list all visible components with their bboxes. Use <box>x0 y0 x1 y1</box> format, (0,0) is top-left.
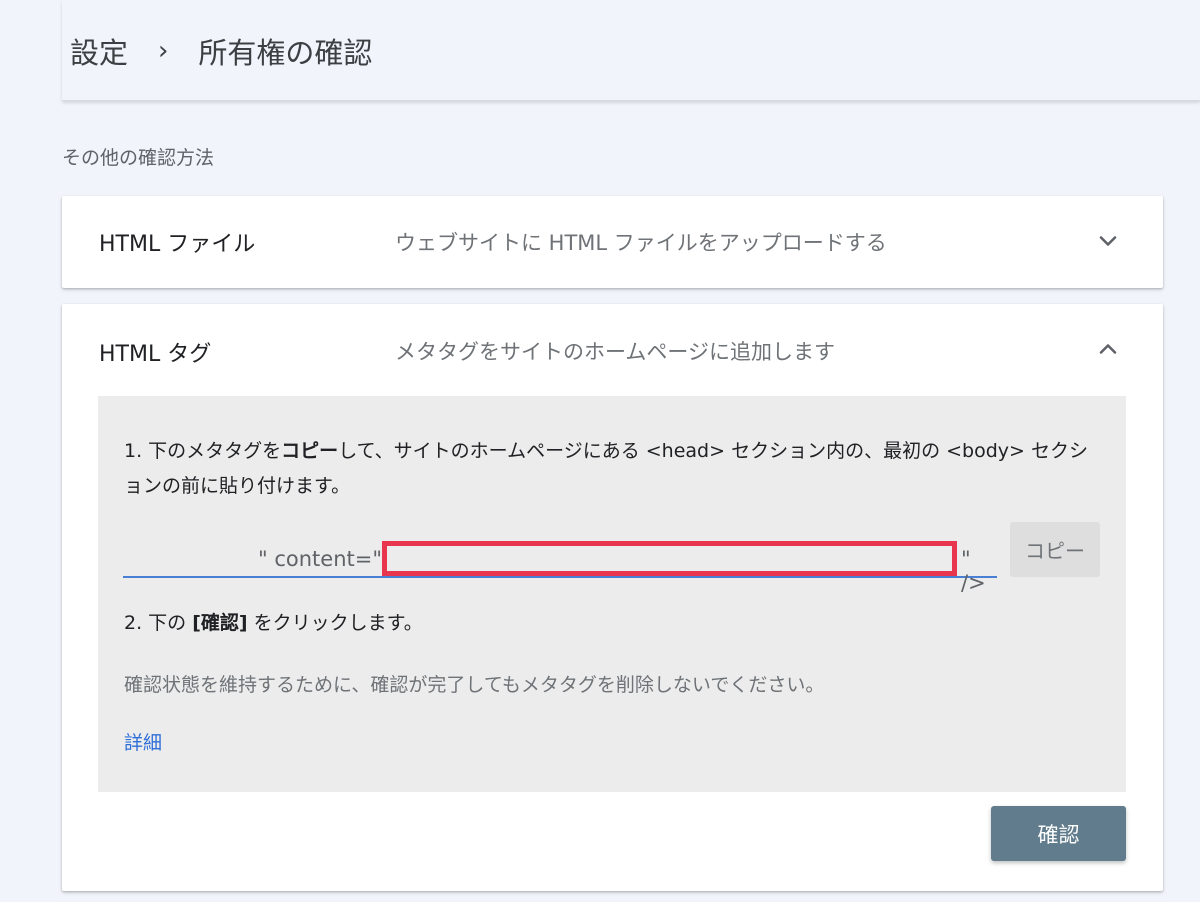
step-2-part: をクリックします。 <box>247 612 423 634</box>
copy-button[interactable]: コピー <box>1010 522 1100 577</box>
breadcrumb: 設定 › 所有権の確認 <box>70 30 372 72</box>
page-header: 設定 › 所有権の確認 <box>62 0 1200 101</box>
step-1-text: 1. 下のメタタグをコピーして、サイトのホームページにある <head> セクシ… <box>124 434 1104 504</box>
instructions-panel: 1. 下のメタタグをコピーして、サイトのホームページにある <head> セクシ… <box>98 396 1126 792</box>
step-2-text: 2. 下の [確認] をクリックします。 <box>124 608 423 635</box>
verify-button[interactable]: 確認 <box>991 806 1126 861</box>
page-title: 所有権の確認 <box>198 36 373 70</box>
breadcrumb-settings[interactable]: 設定 <box>70 30 128 72</box>
meta-tag-field[interactable]: " content=" " /> <box>123 541 997 595</box>
meta-tag-suffix: " /> <box>961 547 986 595</box>
step-1-part: 1. 下のメタタグを <box>124 440 282 462</box>
meta-tag-content-redacted <box>382 541 957 576</box>
chevron-up-icon[interactable] <box>1096 337 1120 361</box>
method-title[interactable]: HTML タグ <box>99 336 211 368</box>
details-link[interactable]: 詳細 <box>124 728 162 755</box>
method-description: メタタグをサイトのホームページに追加します <box>395 340 835 364</box>
meta-tag-prefix: " content=" <box>258 547 382 571</box>
section-label: その他の確認方法 <box>62 147 215 169</box>
keep-meta-tag-note: 確認状態を維持するために、確認が完了してもメタタグを削除しないでください。 <box>124 674 825 696</box>
method-title: HTML ファイル <box>99 232 256 257</box>
method-card-html-tag: HTML タグ メタタグをサイトのホームページに追加します 1. 下のメタタグを… <box>62 304 1163 891</box>
method-card-html-file[interactable]: HTML ファイル ウェブサイトに HTML ファイルをアップロードする <box>62 196 1163 288</box>
step-2-emphasis: [確認] <box>192 612 248 634</box>
chevron-down-icon[interactable] <box>1096 229 1120 253</box>
chevron-right-icon: › <box>158 36 169 66</box>
method-description: ウェブサイトに HTML ファイルをアップロードする <box>395 231 887 255</box>
step-1-emphasis: コピー <box>281 440 339 462</box>
step-2-part: 2. 下の <box>124 612 193 634</box>
